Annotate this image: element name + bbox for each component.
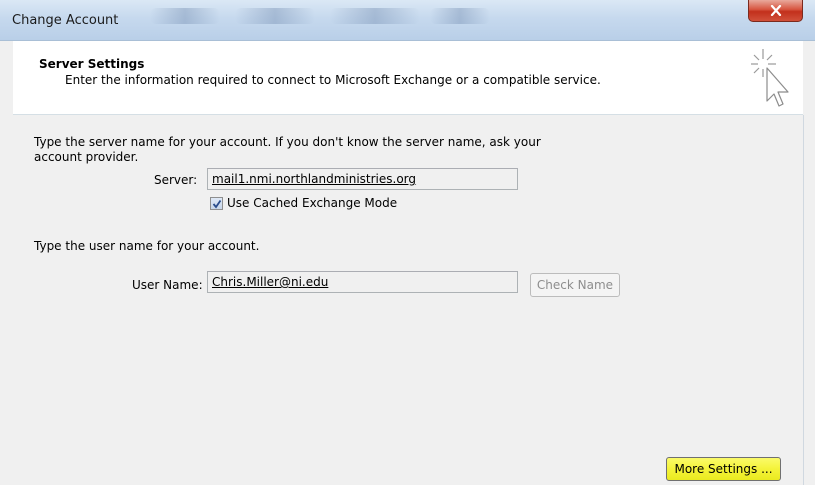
blurred-background-item [235,8,315,24]
settings-body: Type the server name for your account. I… [13,115,803,485]
close-icon [770,5,781,16]
user-name-label: User Name: [132,278,203,292]
server-instruction-line1: Type the server name for your account. I… [34,135,541,149]
server-instruction-line2: account provider. [34,150,139,164]
cached-mode-checkbox[interactable] [210,197,223,210]
server-label: Server: [154,173,198,187]
header-description: Enter the information required to connec… [65,73,601,87]
check-name-button[interactable]: Check Name [530,273,620,297]
window-edge [803,115,804,485]
checkmark-icon [212,199,221,208]
blurred-background-item [430,8,490,24]
cached-mode-label[interactable]: Use Cached Exchange Mode [227,196,397,210]
window-title: Change Account [12,13,119,28]
click-cursor-icon [751,49,789,107]
title-bar: Change Account [0,0,815,41]
close-button[interactable] [748,0,803,22]
user-instruction: Type the user name for your account. [34,239,260,253]
header-title: Server Settings [39,57,145,71]
change-account-window: Change Account Server Settings Enter the… [0,0,815,485]
header-panel: Server Settings Enter the information re… [13,41,803,115]
server-input[interactable]: mail1.nmi.northlandministries.org [207,168,518,190]
blurred-background-item [150,8,220,24]
user-name-input[interactable]: Chris.Miller@ni.edu [207,271,518,293]
blurred-background-item [330,8,420,24]
more-settings-button[interactable]: More Settings ... [666,457,781,481]
